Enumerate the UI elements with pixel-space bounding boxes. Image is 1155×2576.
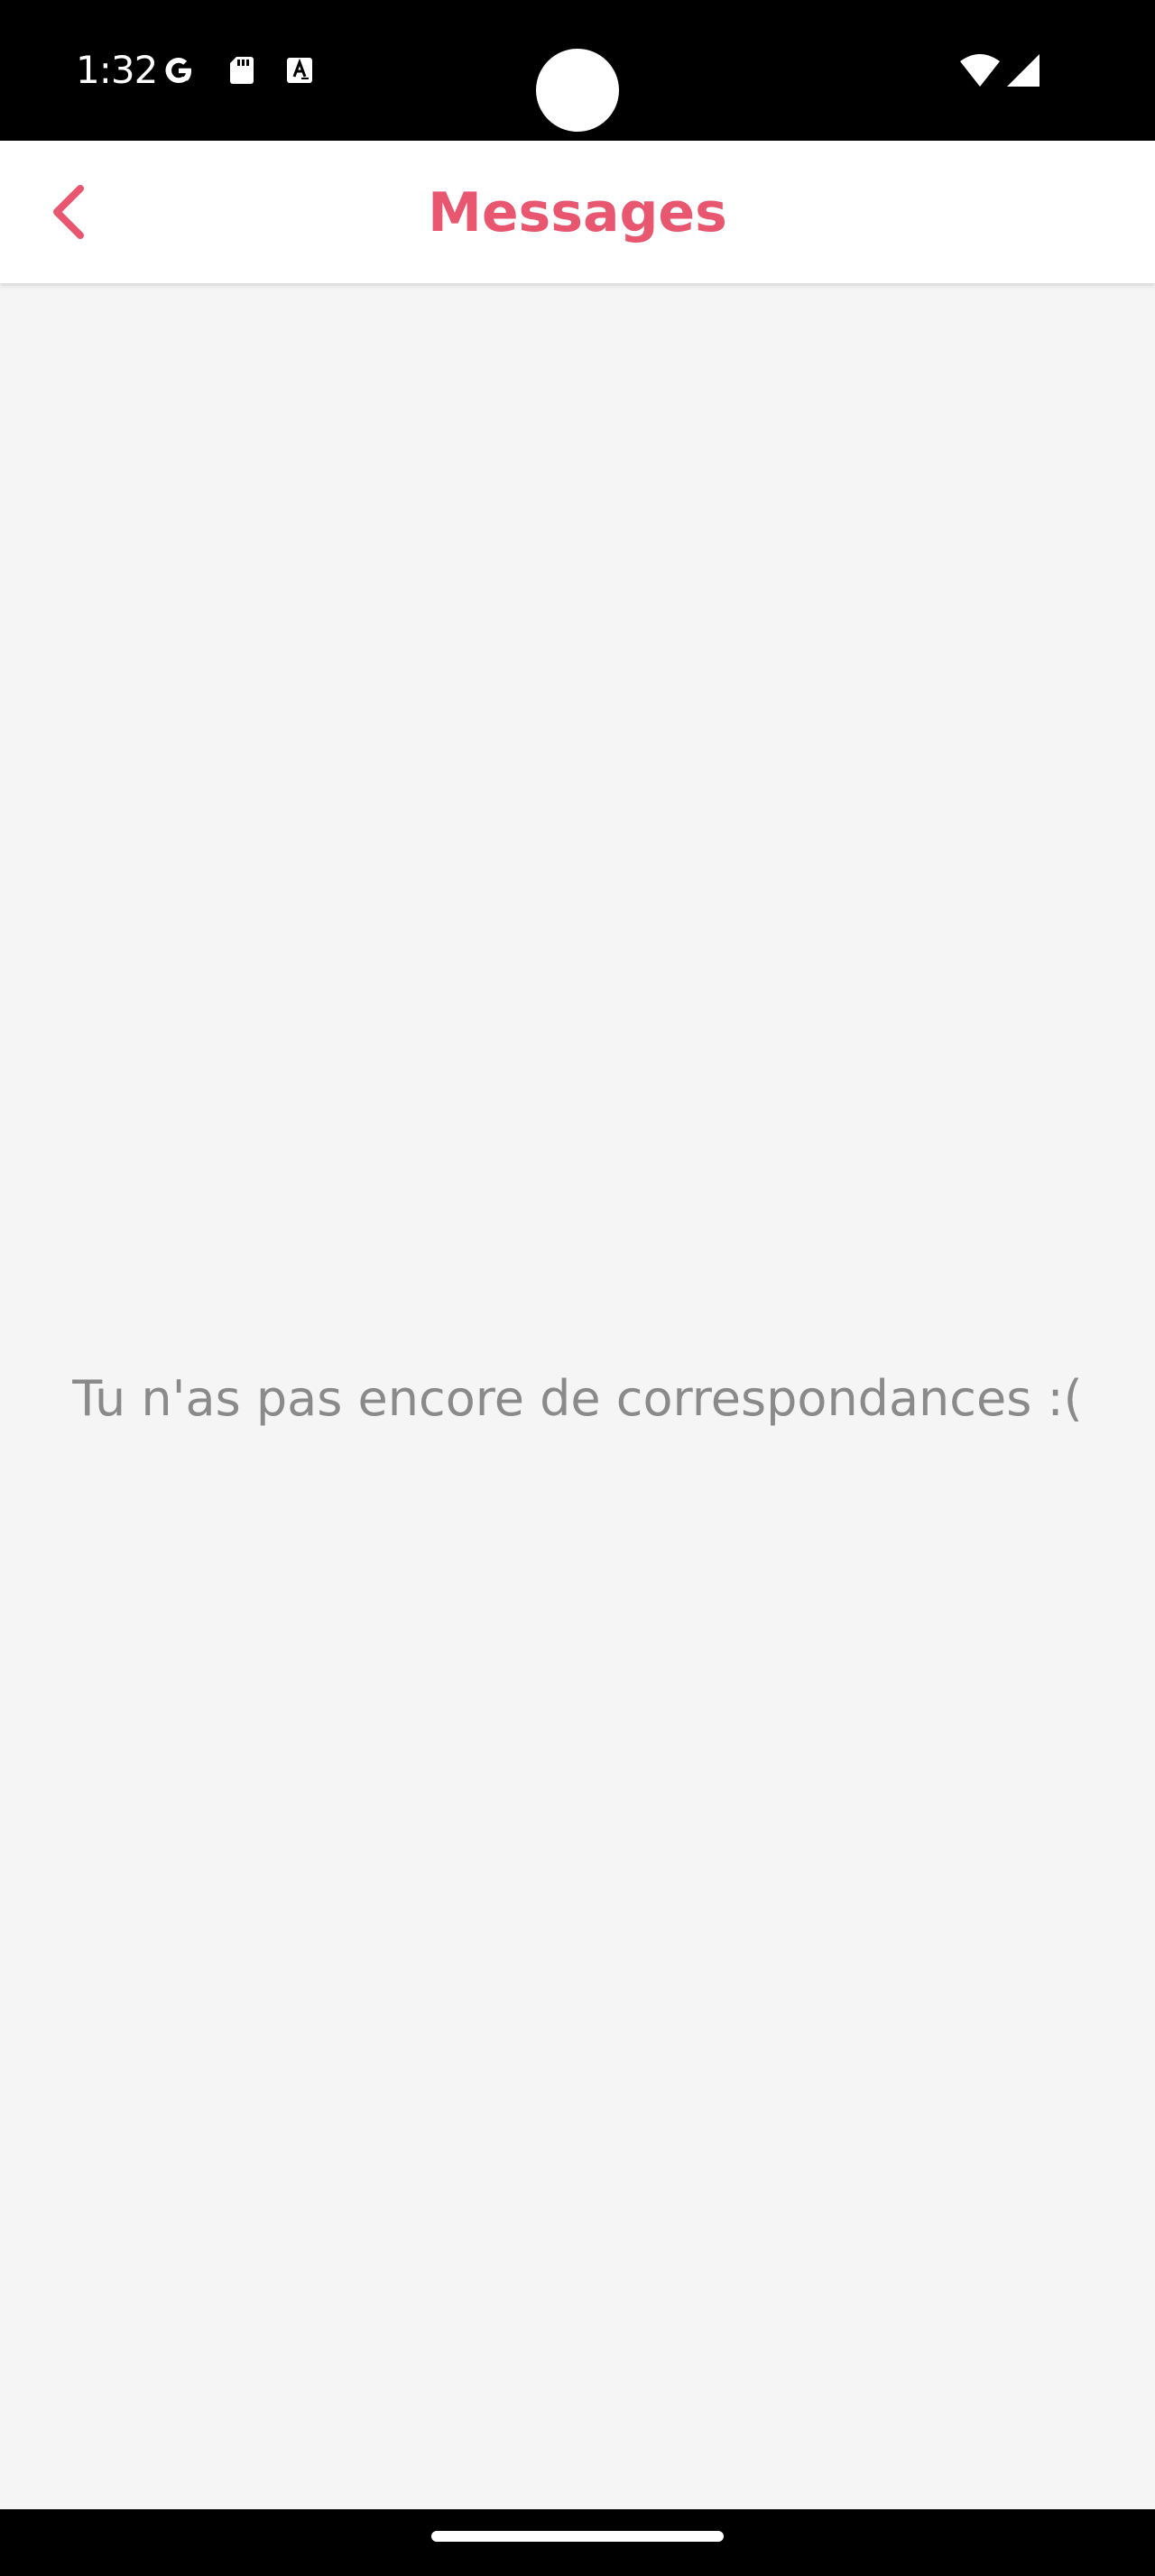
app-header: Messages <box>0 141 1155 283</box>
wifi-icon <box>960 54 1000 87</box>
phone-screen: 1:32 Messages Tu n'as pas encore de corr… <box>0 0 1155 2576</box>
home-indicator[interactable] <box>431 2531 724 2542</box>
status-time: 1:32 <box>76 48 158 92</box>
navigation-bar <box>0 2509 1155 2576</box>
status-bar: 1:32 <box>0 0 1155 141</box>
keyboard-a-icon <box>287 58 312 83</box>
page-title: Messages <box>428 181 727 244</box>
camera-cutout <box>536 49 619 132</box>
sd-card-icon <box>230 57 254 84</box>
messages-screen: Messages Tu n'as pas encore de correspon… <box>0 141 1155 2509</box>
cellular-signal-icon <box>1007 54 1040 87</box>
empty-state-message: Tu n'as pas encore de correspondances :( <box>72 1370 1083 1427</box>
google-icon <box>165 58 191 83</box>
